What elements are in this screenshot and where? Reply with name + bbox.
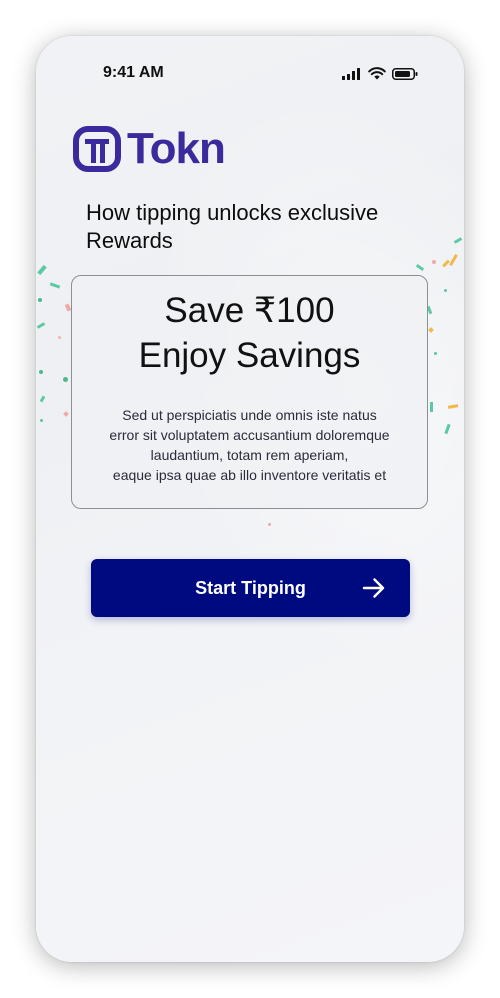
offer-description-line: eaque ipsa quae ab illo inventore verita… bbox=[112, 467, 387, 483]
offer-description: Sed ut perspiciatis unde omnis iste natu… bbox=[80, 405, 419, 485]
arrow-right-icon bbox=[362, 578, 385, 598]
signal-icon bbox=[342, 67, 360, 80]
offer-description-line: laudantium, totam rem aperiam, bbox=[150, 447, 349, 463]
status-icons bbox=[342, 67, 418, 80]
offer-description-line: error sit voluptatem accusantium dolorem… bbox=[109, 427, 390, 443]
offer-title-line-2: Enjoy Savings bbox=[138, 336, 361, 375]
offer-card: Save ₹100 Enjoy Savings Sed ut perspicia… bbox=[71, 275, 428, 509]
headline-line-2: Rewards bbox=[86, 228, 173, 253]
wifi-icon bbox=[368, 67, 386, 80]
start-tipping-button[interactable]: Start Tipping bbox=[91, 559, 410, 617]
offer-description-line: Sed ut perspiciatis unde omnis iste natu… bbox=[122, 407, 377, 423]
start-tipping-label: Start Tipping bbox=[195, 577, 306, 598]
page-headline: How tipping unlocks exclusive Rewards bbox=[86, 199, 426, 255]
tokn-logo-icon bbox=[73, 126, 121, 172]
phone-screen: 9:41 AM Tokn How tipping unlocks exclusi… bbox=[36, 36, 464, 962]
offer-title-line-1: Save ₹100 bbox=[164, 291, 335, 330]
status-time: 9:41 AM bbox=[103, 64, 164, 81]
brand-logo: Tokn bbox=[73, 124, 226, 173]
battery-icon bbox=[392, 67, 418, 80]
headline-line-1: How tipping unlocks exclusive bbox=[86, 200, 379, 225]
brand-name: Tokn bbox=[127, 124, 226, 173]
offer-title: Save ₹100 Enjoy Savings bbox=[72, 288, 427, 378]
